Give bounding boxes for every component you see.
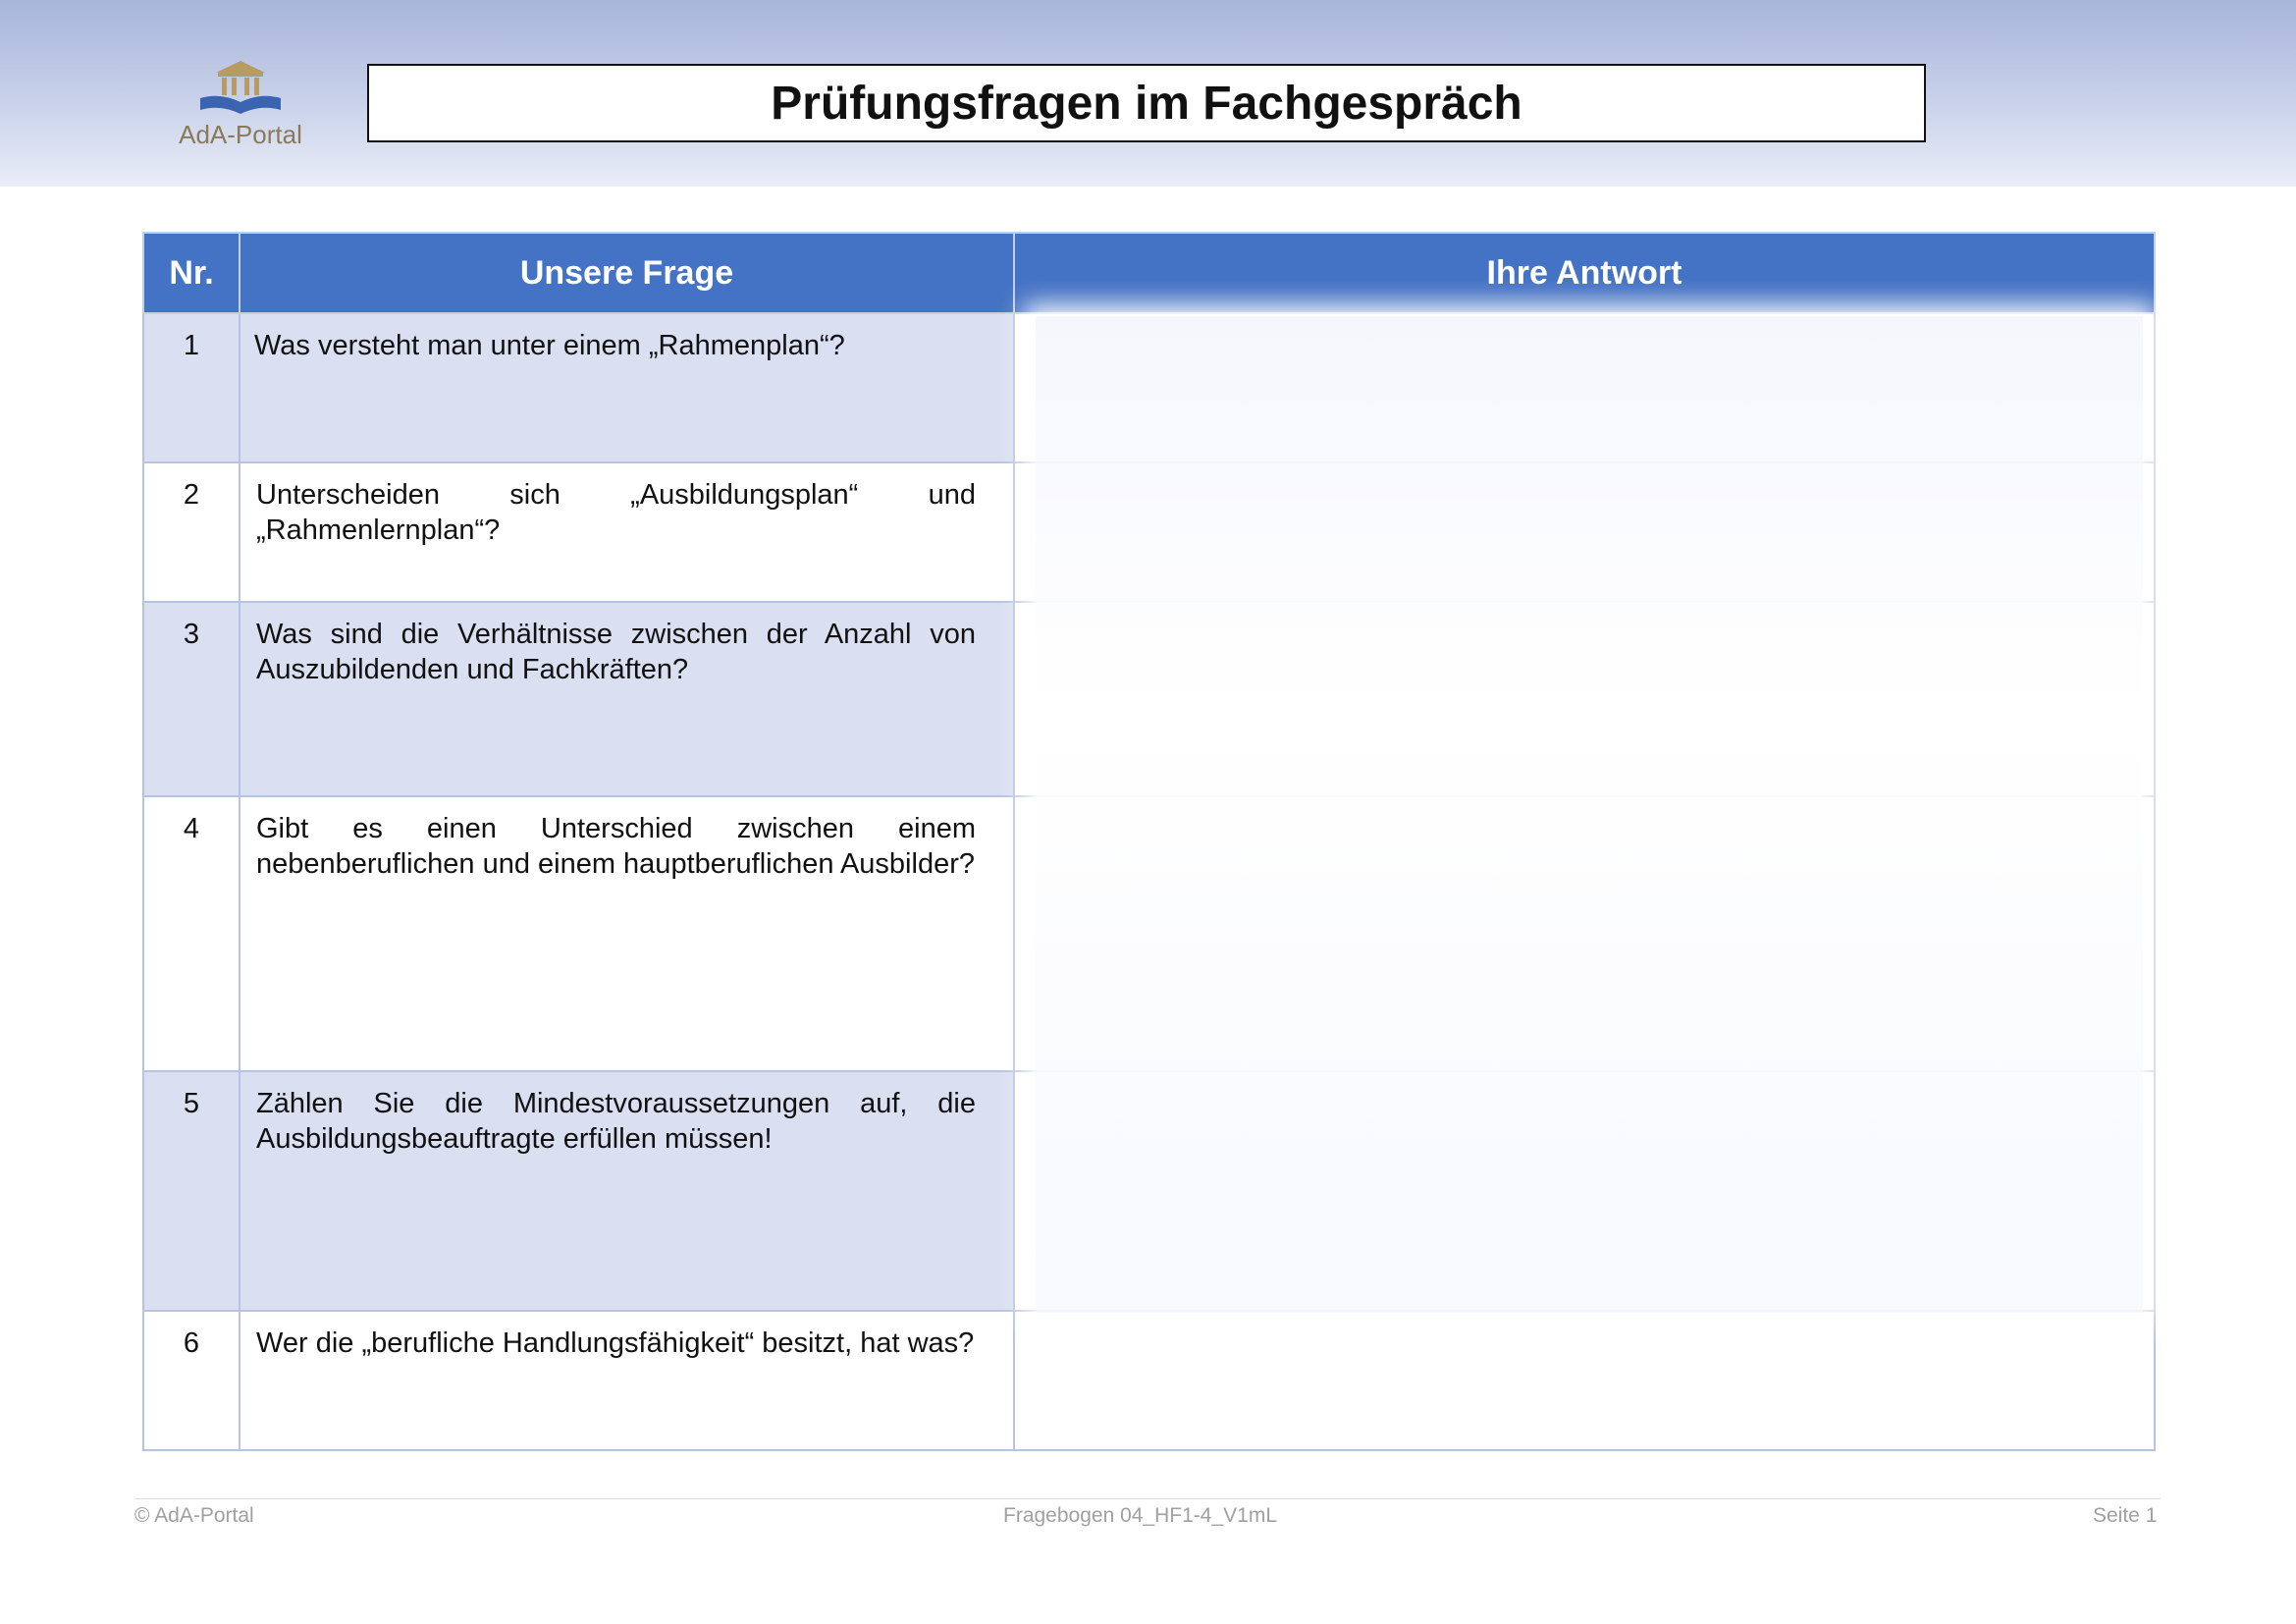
row-number: 2 (142, 461, 240, 603)
row-number: 1 (142, 312, 240, 463)
question-cell: Unterscheiden sich „Ausbildungsplan“ und… (239, 461, 1015, 603)
footer-page-number: Seite 1 (2093, 1504, 2158, 1527)
column-header-nr: Nr. (142, 232, 240, 314)
question-cell: Wer die „berufliche Handlungsfähigkeit“ … (239, 1310, 1015, 1451)
column-header-answer: Ihre Antwort (1013, 232, 2156, 314)
answer-cell[interactable] (1013, 1310, 2156, 1451)
question-cell: Was versteht man unter einem „Rahmenplan… (239, 312, 1015, 463)
logo-text: AdA-Portal (179, 120, 302, 149)
row-number: 4 (142, 795, 240, 1072)
row-number: 5 (142, 1070, 240, 1312)
footer-divider (134, 1498, 2161, 1499)
column-header-question: Unsere Frage (239, 232, 1015, 314)
row-number: 3 (142, 601, 240, 797)
question-cell: Was sind die Verhältnisse zwischen der A… (239, 601, 1015, 797)
footer-doc-id: Fragebogen 04_HF1-4_V1mL (1003, 1504, 1278, 1527)
table-header-row: Nr. Unsere Frage Ihre Antwort (142, 232, 2156, 314)
book-building-icon (200, 61, 281, 114)
row-number: 6 (142, 1310, 240, 1451)
page-title: Prüfungsfragen im Fachgespräch (771, 77, 1522, 130)
title-box: Prüfungsfragen im Fachgespräch (367, 64, 1926, 142)
table-row: 6 Wer die „berufliche Handlungsfähigkeit… (142, 1310, 2156, 1451)
question-cell: Gibt es einen Unterschied zwischen einem… (239, 795, 1015, 1072)
logo: AdA-Portal (167, 59, 314, 152)
answer-overlay (1036, 316, 2143, 1313)
question-cell: Zählen Sie die Mindestvoraussetzungen au… (239, 1070, 1015, 1312)
footer-copyright: © AdA-Portal (134, 1504, 254, 1527)
